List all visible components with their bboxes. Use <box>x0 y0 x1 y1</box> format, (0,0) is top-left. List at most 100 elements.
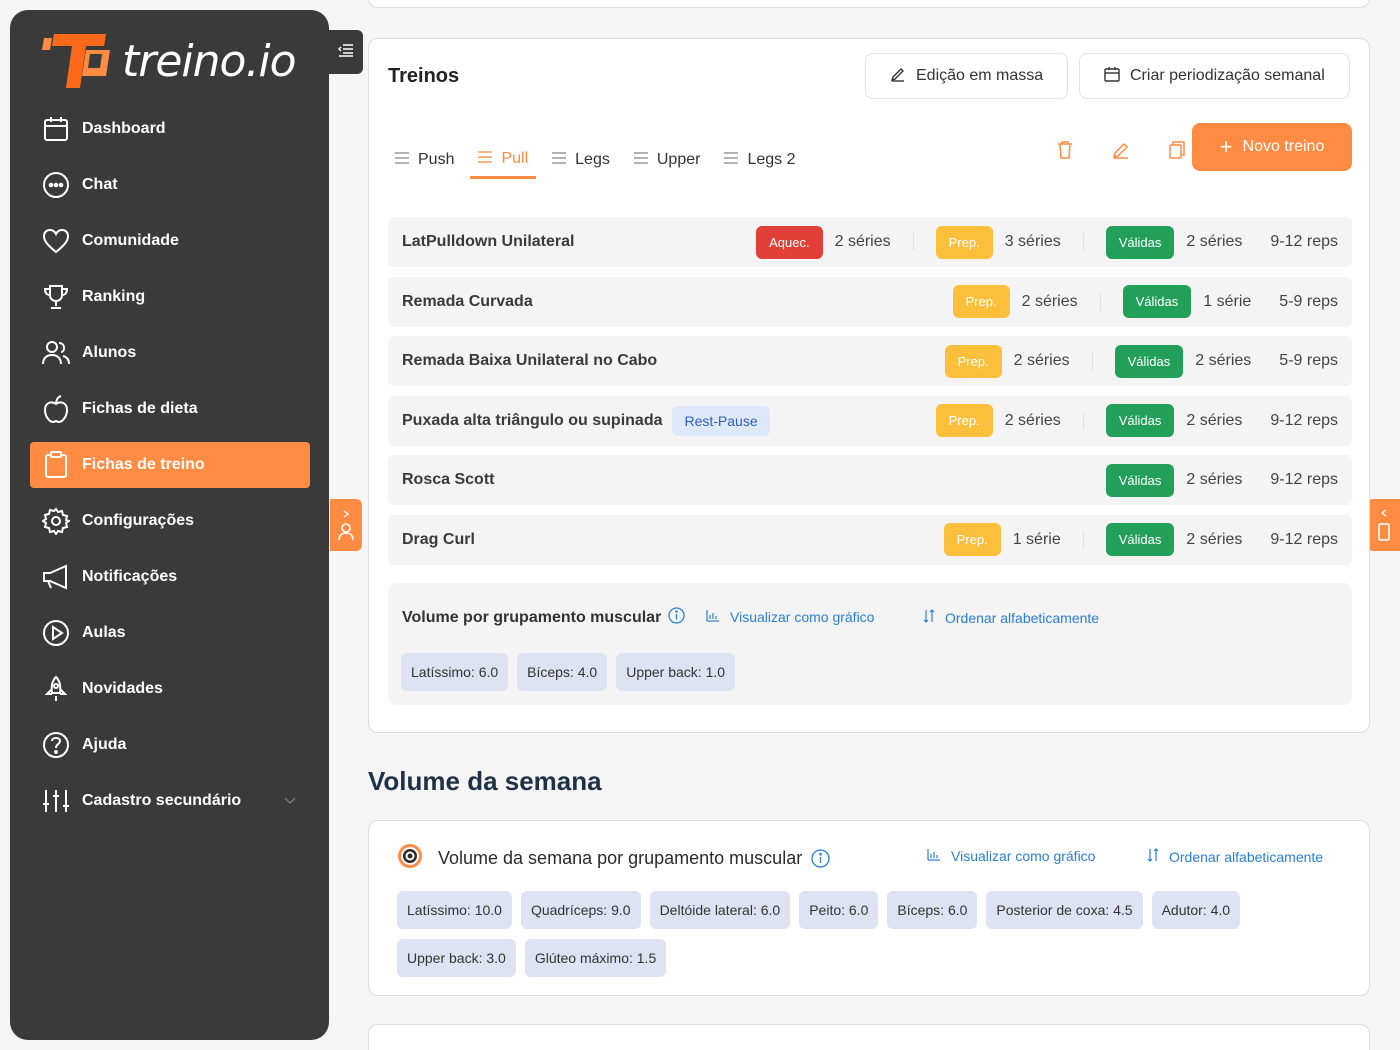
sidebar-item-label: Novidades <box>82 680 163 697</box>
sidebar-item-comunidade[interactable]: Comunidade <box>30 218 310 264</box>
view-chart-link[interactable]: Visualizar como gráfico <box>927 848 1095 864</box>
create-periodization-button[interactable]: Criar periodização semanal <box>1079 53 1350 99</box>
valid-count: 2 séries <box>1186 471 1243 489</box>
bulk-edit-label: Edição em massa <box>916 67 1044 84</box>
exercise-sets: Prep. 2 séries Válidas 2 séries 5-9 reps <box>944 336 1338 386</box>
list-icon <box>724 151 739 169</box>
prep-count: 2 séries <box>1013 352 1070 370</box>
target-icon <box>397 843 423 874</box>
exercise-sets: Prep. 2 séries Válidas 2 séries 9-12 rep… <box>935 396 1338 446</box>
sidebar-item-configuracoes[interactable]: Configurações <box>30 498 310 544</box>
prep-badge: Prep. <box>944 344 1002 378</box>
sidebar-item-aulas[interactable]: Aulas <box>30 610 310 656</box>
list-icon <box>478 150 493 168</box>
valid-badge: Válidas <box>1114 344 1184 378</box>
sort-alpha-link[interactable]: Ordenar alfabeticamente <box>1147 848 1323 865</box>
sidebar-item-novidades[interactable]: Novidades <box>30 666 310 712</box>
logo-mark-icon <box>40 32 114 90</box>
trash-icon[interactable] <box>1037 141 1093 159</box>
edit-icon[interactable] <box>1093 141 1149 159</box>
exercise-row[interactable]: Drag Curl Prep. 1 série Válidas 2 séries… <box>388 514 1352 565</box>
exercise-name: LatPulldown Unilateral <box>402 233 575 250</box>
sidebar-item-dashboard[interactable]: Dashboard <box>30 106 310 152</box>
menu-collapse-icon <box>337 43 354 62</box>
prep-badge: Prep. <box>952 285 1010 319</box>
warmup-badge: Aquec. <box>756 225 823 259</box>
info-icon[interactable] <box>668 607 685 629</box>
tab-upper[interactable]: Upper <box>633 147 701 179</box>
tab-label: Upper <box>656 151 701 168</box>
sidebar-item-ranking[interactable]: Ranking <box>30 274 310 320</box>
sort-alpha-link[interactable]: Ordenar alfabeticamente <box>923 609 1099 626</box>
collapse-sidebar-button[interactable] <box>329 30 363 74</box>
tab-legs-2[interactable]: Legs 2 <box>724 147 795 179</box>
brand-logo[interactable]: treino.io <box>40 32 297 90</box>
sidebar-item-label: Configurações <box>82 512 195 529</box>
sort-alpha-label: Ordenar alfabeticamente <box>945 609 1100 626</box>
sidebar-item-fichas-dieta[interactable]: Fichas de dieta <box>30 386 310 432</box>
exercise-name: Rosca Scott <box>402 471 495 489</box>
exercise-name: Remada Baixa Unilateral no Cabo <box>402 352 658 370</box>
sort-alpha-label: Ordenar alfabeticamente <box>1169 848 1324 865</box>
new-workout-button[interactable]: + Novo treino <box>1192 123 1352 171</box>
prep-count: 2 séries <box>1004 411 1061 429</box>
exercise-row[interactable]: Puxada alta triângulo ou supinada Rest-P… <box>388 395 1352 446</box>
sidebar-item-label: Aulas <box>82 624 126 641</box>
sidebar-item-alunos[interactable]: Alunos <box>30 330 310 376</box>
rocket-icon <box>42 675 70 703</box>
phone-icon <box>1377 522 1391 547</box>
sidebar-item-ajuda[interactable]: Ajuda <box>30 722 310 768</box>
trophy-icon <box>42 283 70 311</box>
view-chart-link[interactable]: Visualizar como gráfico <box>706 609 874 625</box>
muscle-volume-title: Volume por grupamento muscular <box>402 609 662 626</box>
tab-label: Legs <box>575 151 610 168</box>
exercise-row[interactable]: Rosca Scott Válidas 2 séries 9-12 reps <box>388 455 1352 506</box>
tab-pull[interactable]: Pull <box>470 147 537 179</box>
list-icon <box>633 151 648 169</box>
sidebar-item-chat[interactable]: Chat <box>30 162 310 208</box>
exercise-row[interactable]: LatPulldown Unilateral Aquec. 2 séries P… <box>388 217 1352 267</box>
calendar-icon <box>42 115 70 143</box>
valid-badge: Válidas <box>1105 225 1175 259</box>
sidebar-item-label: Fichas de dieta <box>82 400 198 417</box>
sidebar-item-fichas-treino[interactable]: Fichas de treino <box>30 442 310 488</box>
valid-count: 2 séries <box>1186 233 1243 250</box>
plus-icon: + <box>1219 134 1233 159</box>
exercise-row[interactable]: Remada Baixa Unilateral no Cabo Prep. 2 … <box>388 336 1352 387</box>
students-panel-tab[interactable] <box>330 499 362 551</box>
reps-range: 9-12 reps <box>1270 233 1338 250</box>
right-panel-tab[interactable] <box>1367 499 1400 551</box>
weekly-volume-section-title: Volume da semana <box>368 766 602 796</box>
calendar-icon <box>1104 66 1130 87</box>
sort-icon <box>923 609 945 626</box>
muscle-chip: Glúteo máximo: 1.5 <box>524 939 667 977</box>
muscle-chip: Upper back: 1.0 <box>616 653 736 691</box>
sidebar-item-notificacoes[interactable]: Notificações <box>30 554 310 600</box>
muscle-volume-heading: Volume por grupamento muscular <box>402 607 685 629</box>
tab-legs[interactable]: Legs <box>552 147 610 179</box>
pencil-icon <box>890 66 916 87</box>
weekly-volume-chips: Latíssimo: 10.0 Quadríceps: 9.0 Deltóide… <box>397 891 1357 987</box>
sidebar-item-label: Ajuda <box>82 736 127 753</box>
help-icon <box>42 731 70 759</box>
sidebar-item-label: Chat <box>82 176 118 193</box>
workout-tools <box>1037 141 1205 159</box>
bulk-edit-button[interactable]: Edição em massa <box>865 53 1069 99</box>
sidebar-item-label: Dashboard <box>82 120 166 137</box>
tab-label: Pull <box>501 149 529 167</box>
warmup-count: 2 séries <box>834 233 891 250</box>
sidebar-item-cadastro-secundario[interactable]: Cadastro secundário <box>30 778 310 824</box>
exercise-row[interactable]: Remada Curvada Prep. 2 séries Válidas 1 … <box>388 276 1352 327</box>
sidebar-item-label: Ranking <box>82 288 146 305</box>
divider <box>1082 233 1084 251</box>
info-icon[interactable] <box>811 849 830 868</box>
view-chart-label: Visualizar como gráfico <box>951 848 1096 864</box>
reps-range: 9-12 reps <box>1270 471 1338 489</box>
divider <box>912 233 914 251</box>
valid-count: 1 série <box>1203 292 1252 310</box>
tab-push[interactable]: Push <box>395 147 454 179</box>
sort-icon <box>1147 848 1169 865</box>
divider <box>1091 352 1093 371</box>
bar-chart-icon <box>927 848 951 864</box>
treinos-title: Treinos <box>388 65 460 87</box>
